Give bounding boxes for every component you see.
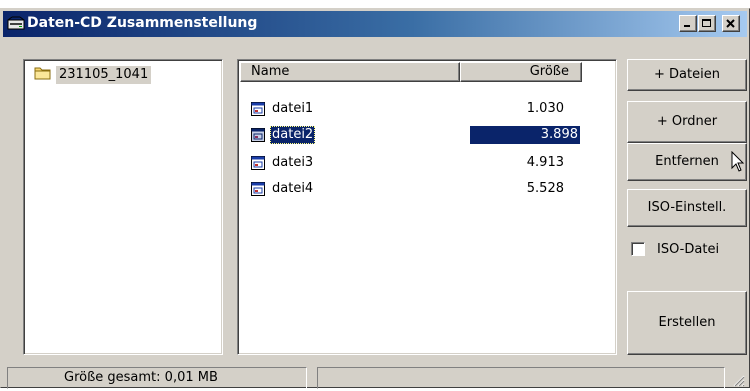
iso-file-label: ISO-Datei [657, 241, 720, 257]
close-button[interactable] [722, 15, 740, 32]
window-title: Daten-CD Zusammenstellung [27, 15, 258, 31]
file-row[interactable]: datei4 5.528 [246, 178, 576, 200]
folder-icon [34, 65, 52, 85]
minimize-button[interactable] [679, 15, 697, 32]
column-header-name-label: Name [251, 64, 290, 79]
status-pane-empty [317, 367, 725, 389]
add-folder-button[interactable]: + Ordner [627, 101, 747, 143]
file-icon [250, 101, 266, 117]
maximize-icon [702, 19, 711, 27]
create-button[interactable]: Erstellen [627, 291, 747, 355]
file-name: datei2 [270, 126, 316, 144]
column-header-size-label: Größe [529, 64, 569, 79]
column-header-size[interactable]: Größe [460, 62, 582, 82]
file-size: 4.913 [526, 155, 564, 170]
file-size: 1.030 [526, 101, 564, 116]
file-name: datei1 [272, 101, 314, 116]
status-total-size: Größe gesamt: 0,01 MB [7, 367, 307, 389]
file-name: datei3 [272, 155, 314, 170]
app-window: Daten-CD Zusammenstellung 231105_1041 Na… [0, 8, 750, 391]
mouse-cursor-icon [731, 150, 745, 177]
tree-item-folder[interactable]: 231105_1041 [34, 65, 152, 85]
tree-item-label: 231105_1041 [56, 66, 152, 84]
file-size: 3.898 [470, 126, 580, 144]
iso-file-checkbox[interactable] [631, 242, 645, 256]
file-icon [250, 155, 266, 171]
file-row-selected[interactable]: datei2 3.898 [246, 124, 580, 146]
file-size: 5.528 [526, 181, 564, 196]
add-files-button[interactable]: + Dateien [627, 59, 747, 91]
close-icon [726, 19, 735, 28]
file-row[interactable]: datei1 1.030 [246, 98, 576, 120]
file-name: datei4 [272, 181, 314, 196]
column-header-name[interactable]: Name [240, 62, 460, 82]
iso-settings-button[interactable]: ISO-Einstell. [627, 189, 747, 227]
file-icon [250, 181, 266, 197]
file-icon [250, 127, 266, 143]
title-bar[interactable]: Daten-CD Zusammenstellung [3, 11, 747, 37]
file-list[interactable]: Name Größe datei1 1.030 datei2 3.898 dat… [237, 59, 617, 355]
remove-button[interactable]: Entfernen [627, 143, 747, 181]
folder-tree[interactable]: 231105_1041 [23, 59, 223, 355]
resize-grip-icon[interactable] [731, 373, 745, 391]
iso-file-option[interactable]: ISO-Datei [631, 239, 719, 259]
minimize-icon [684, 25, 690, 27]
cd-drive-icon [7, 16, 25, 32]
file-row[interactable]: datei3 4.913 [246, 152, 576, 174]
maximize-button[interactable] [698, 15, 716, 32]
